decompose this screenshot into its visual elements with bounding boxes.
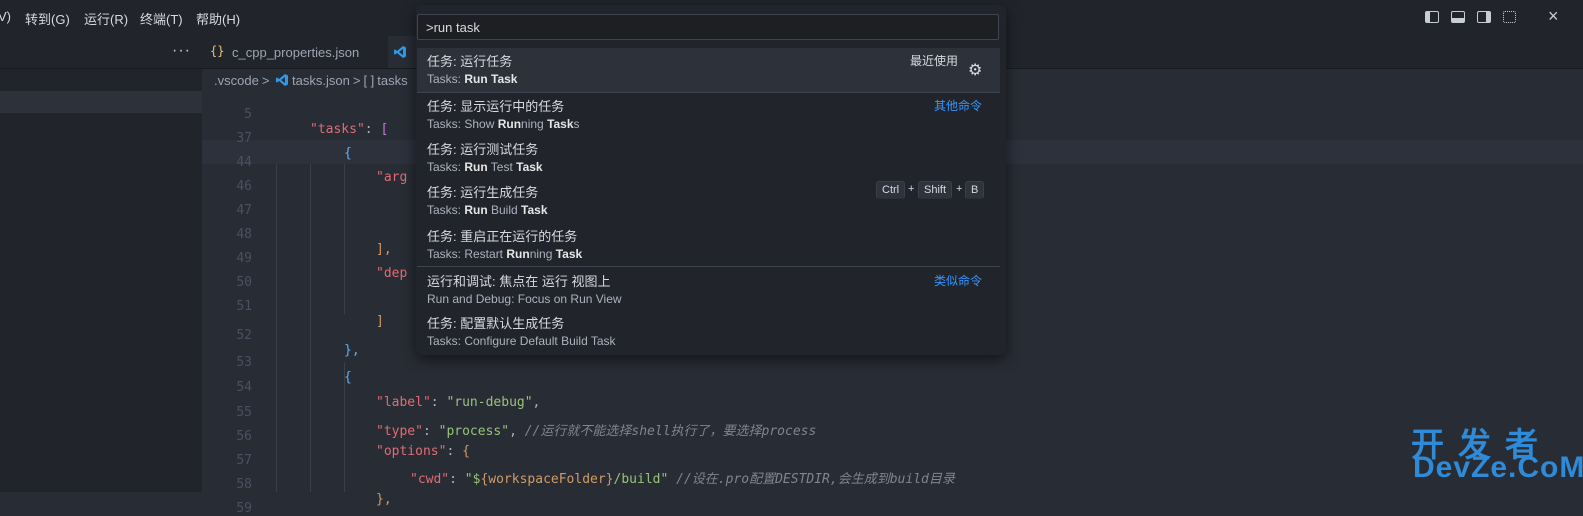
palette-item-detail: Tasks: Restart Running Task — [427, 247, 583, 261]
watermark-logo-text: DevZe.CoM — [1413, 451, 1583, 484]
tab-tasks-json[interactable] — [388, 36, 418, 68]
code-line[interactable]: 59 — [202, 486, 1583, 516]
palette-item-label[interactable]: 任务: 运行测试任务 — [427, 139, 538, 158]
code-line[interactable]: 57 "cwd": "${workspaceFolder}/build" //设… — [202, 438, 1583, 487]
menu-help[interactable]: 帮助(H) — [196, 9, 240, 28]
more-actions-icon[interactable]: ··· — [172, 42, 191, 60]
code-line[interactable]: 58 }, — [202, 462, 1583, 507]
recently-used-label: 最近使用 — [910, 54, 959, 68]
code-line[interactable]: 55 "type": "process", //运行就不能选择shell执行了，… — [202, 390, 1583, 439]
keybinding-b: B — [965, 181, 985, 199]
command-palette-input[interactable] — [417, 14, 999, 40]
group-separator — [417, 92, 1000, 93]
palette-item-detail: Tasks: Run Test Task — [427, 160, 543, 174]
palette-item-detail: Tasks: Configure Default Build Task — [427, 334, 616, 348]
toggle-panel-icon[interactable] — [1451, 11, 1465, 23]
palette-item-label[interactable]: 任务: 重启正在运行的任务 — [427, 226, 577, 245]
close-window-icon[interactable]: × — [1548, 6, 1559, 27]
palette-item-detail: Run and Debug: Focus on Run View — [427, 292, 622, 306]
json-file-icon: {} — [210, 44, 225, 58]
palette-item-label[interactable]: 任务: 显示运行中的任务 — [427, 96, 564, 115]
palette-item-detail: Tasks: Show Running Tasks — [427, 117, 580, 131]
breadcrumb-separator: > — [261, 73, 270, 88]
palette-item-label[interactable]: 运行和调试: 焦点在 运行 视图上 — [427, 271, 610, 290]
breadcrumb: .vscode > tasks.json >[ ] tasks — [214, 73, 411, 88]
toggle-primary-sidebar-icon[interactable] — [1425, 11, 1439, 23]
group-separator — [417, 266, 1000, 267]
breadcrumb-symbol[interactable]: tasks — [377, 73, 407, 88]
breadcrumb-separator: > — [352, 73, 361, 88]
menu-terminal[interactable]: 终端(T) — [140, 9, 183, 28]
gear-icon[interactable]: ⚙ — [968, 60, 982, 80]
other-commands-label: 其他命令 — [934, 99, 983, 113]
menu-run[interactable]: 运行(R) — [84, 9, 128, 28]
vscode-file-icon — [394, 46, 406, 58]
breadcrumb-folder[interactable]: .vscode — [214, 73, 259, 88]
toggle-secondary-sidebar-icon[interactable] — [1477, 11, 1491, 23]
keybinding-ctrl: Ctrl — [876, 181, 906, 199]
breadcrumb-file[interactable]: tasks.json — [292, 73, 350, 88]
line-number: 51 — [236, 299, 252, 314]
palette-item-detail: Tasks: Run Build Task — [427, 203, 548, 217]
sidebar-selected-item[interactable] — [0, 91, 202, 113]
menu-go[interactable]: 转到(G) — [25, 9, 70, 28]
explorer-sidebar — [0, 69, 202, 492]
palette-item-detail: Tasks: Run Task — [427, 72, 518, 86]
code-line[interactable]: 56 "options": { — [202, 414, 1583, 459]
keybinding-shift: Shift — [918, 181, 953, 199]
tab-label[interactable]: c_cpp_properties.json — [232, 45, 359, 60]
similar-commands-label: 类似命令 — [934, 274, 983, 288]
palette-item-label[interactable]: 任务: 配置默认生成任务 — [427, 313, 564, 332]
menu-view[interactable]: V) — [0, 9, 11, 24]
code-line[interactable]: 54 "label": "run-debug", — [202, 365, 1583, 410]
keybinding-plus: + — [956, 183, 963, 195]
vscode-file-icon — [276, 74, 289, 86]
customize-layout-icon[interactable] — [1503, 11, 1516, 23]
keybinding-plus: + — [908, 183, 915, 195]
palette-item-label[interactable]: 任务: 运行生成任务 — [427, 182, 538, 201]
array-symbol-icon: [ ] — [363, 73, 375, 88]
line-number: 59 — [236, 501, 252, 516]
palette-item-label[interactable]: 任务: 运行任务 — [427, 51, 512, 70]
